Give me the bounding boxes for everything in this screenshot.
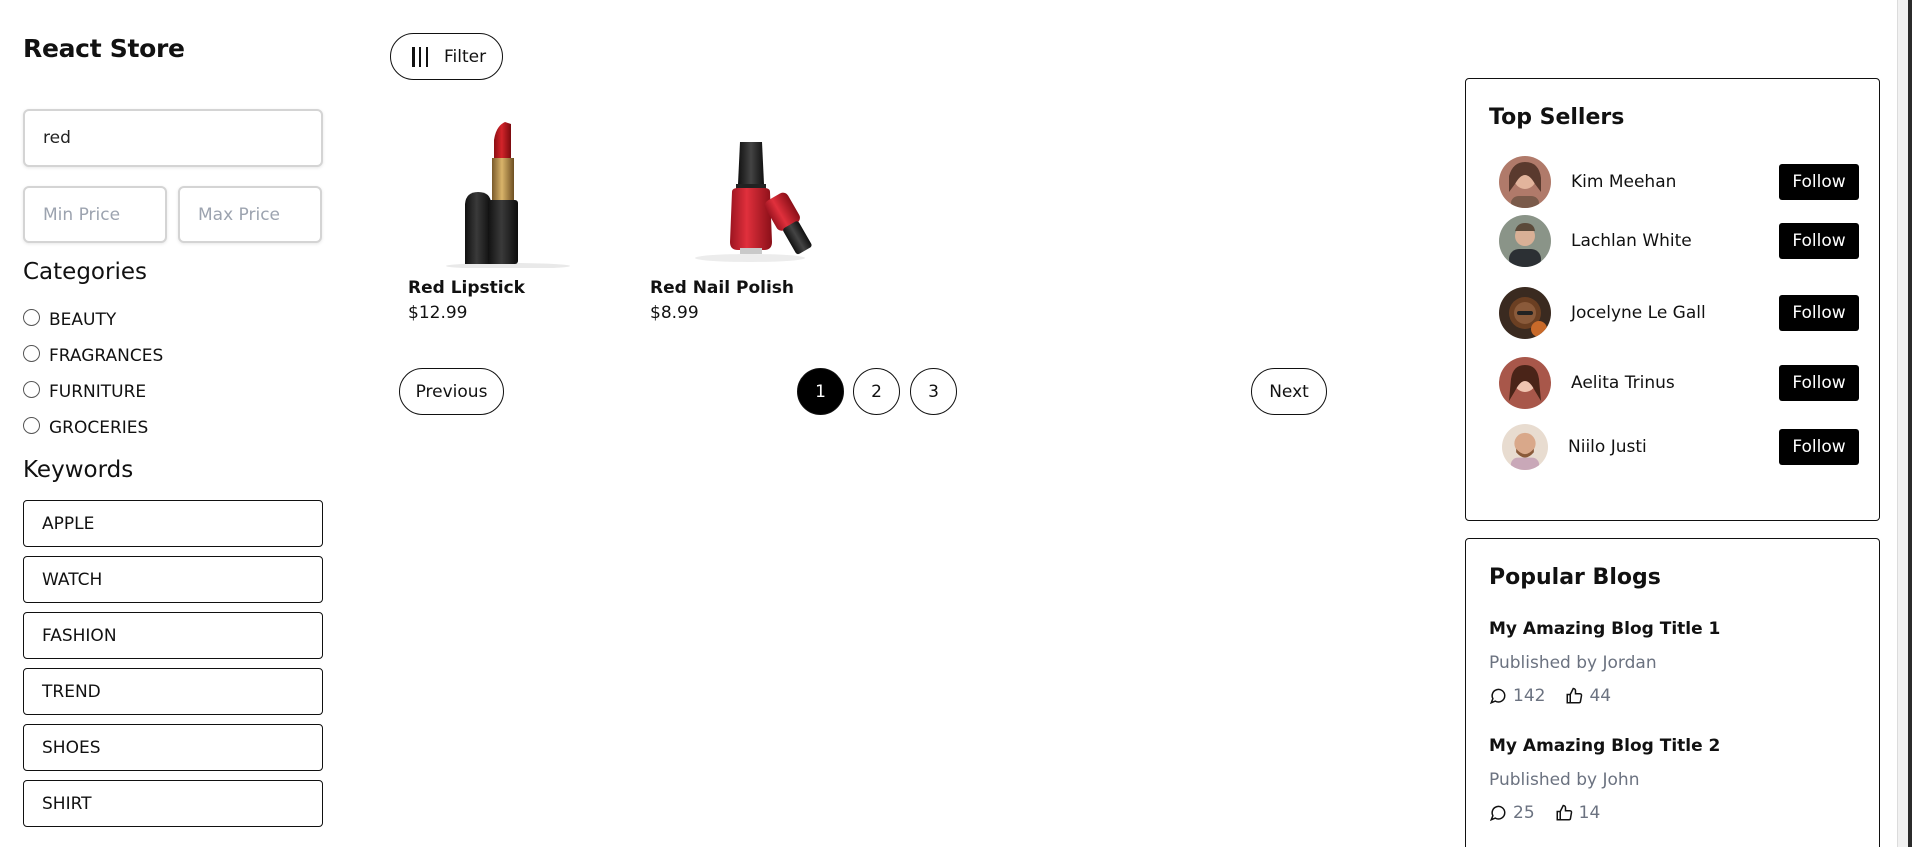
blog-item[interactable]: My Amazing Blog Title 1 Published by Jor… — [1489, 619, 1859, 706]
keyword-button-watch[interactable]: WATCH — [23, 556, 323, 603]
page-button-2[interactable]: 2 — [853, 368, 900, 415]
category-list: BEAUTY FRAGRANCES FURNITURE GROCERIES — [23, 302, 163, 446]
next-button[interactable]: Next — [1251, 368, 1327, 415]
seller-name: Kim Meehan — [1571, 172, 1677, 192]
comment-count: 25 — [1513, 803, 1535, 823]
filter-button[interactable]: Filter — [390, 33, 503, 80]
comments-stat: 142 — [1489, 686, 1545, 706]
like-count: 44 — [1589, 686, 1612, 706]
seller-row: Aelita Trinus Follow — [1499, 355, 1859, 411]
category-label: FRAGRANCES — [49, 346, 164, 366]
product-price: $12.99 — [408, 303, 468, 323]
comment-count: 142 — [1513, 686, 1546, 706]
blog-author: Published by John — [1489, 770, 1640, 790]
avatar — [1499, 357, 1551, 409]
categories-heading: Categories — [23, 259, 147, 285]
follow-button[interactable]: Follow — [1779, 429, 1859, 465]
popular-blogs-heading: Popular Blogs — [1489, 565, 1661, 590]
top-sellers-panel: Top Sellers Kim Meehan Follow Lachlan Wh… — [1465, 78, 1880, 521]
category-option-groceries[interactable]: GROCERIES — [23, 410, 163, 446]
previous-button[interactable]: Previous — [399, 368, 504, 415]
radio-button[interactable] — [23, 308, 40, 326]
keywords-heading: Keywords — [23, 457, 134, 483]
follow-button[interactable]: Follow — [1779, 223, 1859, 259]
keyword-button-trend[interactable]: TREND — [23, 668, 323, 715]
likes-stat: 44 — [1565, 686, 1611, 706]
thumbs-up-icon — [1556, 804, 1572, 821]
columns-icon — [412, 46, 428, 67]
radio-button[interactable] — [23, 380, 40, 398]
like-count: 14 — [1578, 803, 1601, 823]
avatar — [1499, 156, 1551, 208]
app-title: React Store — [23, 34, 185, 63]
blog-stats: 142 44 — [1489, 686, 1859, 706]
radio-button[interactable] — [23, 416, 40, 434]
avatar — [1502, 424, 1548, 470]
max-price-input[interactable] — [178, 186, 322, 243]
blog-stats: 25 14 — [1489, 803, 1859, 823]
window-edge — [1908, 0, 1912, 847]
min-price-input[interactable] — [23, 186, 167, 243]
category-label: GROCERIES — [49, 418, 149, 438]
keyword-button-fashion[interactable]: FASHION — [23, 612, 323, 659]
blog-title[interactable]: My Amazing Blog Title 2 — [1489, 736, 1859, 756]
comments-stat: 25 — [1489, 803, 1535, 823]
keyword-button-shoes[interactable]: SHOES — [23, 724, 323, 771]
page-button-1[interactable]: 1 — [797, 368, 844, 415]
filter-label: Filter — [444, 46, 487, 67]
seller-row: Lachlan White Follow — [1499, 213, 1859, 269]
seller-name: Aelita Trinus — [1571, 373, 1675, 393]
likes-stat: 14 — [1555, 803, 1601, 823]
keyword-button-shirt[interactable]: SHIRT — [23, 780, 323, 827]
product-card[interactable]: Red Lipstick $12.99 — [408, 108, 608, 323]
follow-button[interactable]: Follow — [1779, 295, 1859, 331]
top-sellers-heading: Top Sellers — [1489, 105, 1625, 130]
thumbs-up-icon — [1566, 687, 1583, 704]
avatar — [1499, 287, 1551, 339]
keyword-button-apple[interactable]: APPLE — [23, 500, 323, 547]
radio-button[interactable] — [23, 344, 40, 362]
follow-button[interactable]: Follow — [1779, 365, 1859, 401]
blog-author: Published by Jordan — [1489, 653, 1657, 673]
seller-row: Niilo Justi Follow — [1499, 419, 1859, 475]
seller-name: Niilo Justi — [1568, 437, 1647, 457]
product-name: Red Nail Polish — [650, 278, 794, 298]
category-label: FURNITURE — [49, 382, 147, 402]
seller-name: Lachlan White — [1571, 231, 1692, 251]
blog-item[interactable]: My Amazing Blog Title 2 Published by Joh… — [1489, 736, 1859, 823]
comment-icon — [1489, 805, 1506, 822]
seller-row: Jocelyne Le Gall Follow — [1499, 285, 1859, 341]
product-price: $8.99 — [650, 303, 699, 323]
comment-icon — [1489, 688, 1506, 705]
search-input[interactable] — [23, 109, 323, 167]
seller-row: Kim Meehan Follow — [1499, 154, 1859, 210]
follow-button[interactable]: Follow — [1779, 164, 1859, 200]
lipstick-image[interactable] — [408, 108, 608, 269]
page-button-3[interactable]: 3 — [910, 368, 957, 415]
product-card[interactable]: Red Nail Polish $8.99 — [650, 108, 850, 323]
category-option-furniture[interactable]: FURNITURE — [23, 374, 163, 410]
category-option-beauty[interactable]: BEAUTY — [23, 302, 163, 338]
avatar — [1499, 215, 1551, 267]
keyword-list: APPLE WATCH FASHION TREND SHOES SHIRT — [23, 500, 323, 836]
nail-polish-image[interactable] — [650, 108, 850, 268]
category-label: BEAUTY — [49, 310, 117, 330]
product-name: Red Lipstick — [408, 278, 525, 298]
category-option-fragrances[interactable]: FRAGRANCES — [23, 338, 163, 374]
blog-title[interactable]: My Amazing Blog Title 1 — [1489, 619, 1859, 639]
popular-blogs-panel: Popular Blogs My Amazing Blog Title 1 Pu… — [1465, 538, 1880, 847]
seller-name: Jocelyne Le Gall — [1571, 303, 1706, 323]
